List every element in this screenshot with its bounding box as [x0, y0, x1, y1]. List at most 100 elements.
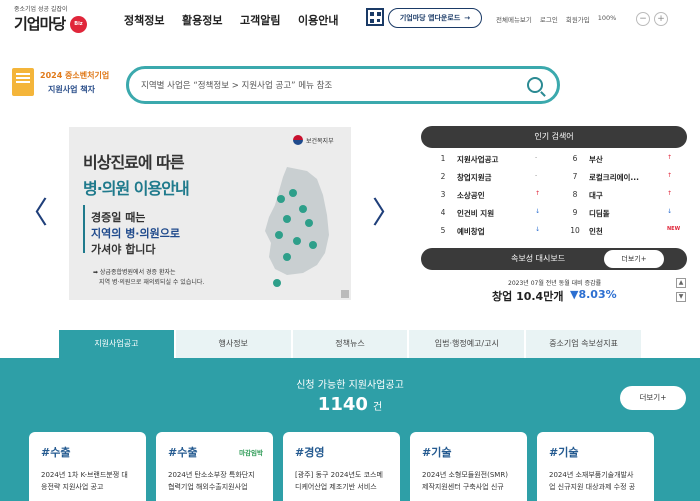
tab-event-info[interactable]: 행사정보 [175, 330, 291, 358]
logo-name: 기업마당 [14, 15, 66, 33]
trend-new-badge: NEW [667, 226, 681, 232]
search-box[interactable]: 지역별 사업은 “정책정보 > 지원사업 공고” 메뉴 참조 [126, 66, 560, 104]
popular-keyword-item[interactable]: 1 지원사업공고 - [437, 154, 547, 168]
flash-scroll-down-button[interactable]: ▼ [676, 292, 686, 302]
slide-heading-2: 병·의원 이용안내 [83, 179, 190, 198]
booklet-title-line2: 지원사업 책자 [48, 85, 95, 94]
card-category-tag: #수출 [168, 446, 198, 459]
popular-keyword-item[interactable]: 4 인건비 지원 ↓ [437, 208, 547, 222]
logo-tagline: 중소기업 성공 길잡이 [14, 6, 68, 13]
booklet-title-line1: 2024 중소벤처기업 [40, 71, 110, 80]
arrow-right-icon: → [464, 14, 471, 22]
keyword-text: 인천 [589, 227, 603, 236]
card-title-line2: 제작지원센터 구축사업 신규 [422, 483, 504, 491]
card-title-line2: 협력기업 해외수출지원사업 [168, 483, 248, 491]
card-title-line1: 2024년 소재부품기술개발사 [549, 471, 634, 479]
trend-up-icon: ↑ [667, 190, 673, 197]
nav-policy-info[interactable]: 정책정보 [124, 12, 182, 28]
app-download-button[interactable]: 기업마당 앱다운로드 → [388, 8, 482, 28]
card-deadline-badge: 마감임박 [239, 449, 263, 457]
keyword-text: 소상공인 [457, 191, 485, 200]
nav-usage-info[interactable]: 활용정보 [182, 12, 240, 28]
keyword-text: 예비창업 [457, 227, 485, 236]
flash-scroll-up-button[interactable]: ▲ [676, 278, 686, 288]
tab-sme-indicators[interactable]: 중소기업 속보성지표 [526, 330, 641, 358]
tab-support-notice[interactable]: 지원사업공고 [59, 330, 174, 358]
keyword-rank: 3 [440, 190, 446, 199]
nav-guide[interactable]: 이용안내 [298, 12, 356, 28]
main-slide-banner[interactable]: 보건복지부 비상진료에 따른 병·의원 이용안내 경증일 때는 지역의 병·의원… [69, 127, 351, 300]
card-title-line2: 업 신규지원 대상과제 수정 공 [549, 483, 636, 491]
trend-down-icon: ↓ [535, 226, 541, 233]
popular-keyword-item[interactable]: 9 디딤돌 ↓ [569, 208, 679, 222]
zoom-in-button[interactable]: + [654, 12, 668, 26]
slide-body-1: 경증일 때는 [91, 211, 146, 224]
list-count: 1140 건 [0, 394, 700, 415]
notice-card[interactable]: #수출 2024년 1차 K-브랜드분쟁 대 응전략 지원사업 공고 [29, 432, 146, 501]
zoom-level: 100% [597, 14, 617, 22]
slide-next-button[interactable]: 〉 [372, 188, 402, 232]
all-menu-link[interactable]: 전체메뉴보기 [496, 14, 532, 24]
keyword-rank: 1 [440, 154, 446, 163]
notice-card[interactable]: #경영 [광주] 동구 2024년도 코스메 디케어산업 제조기반 서비스 [283, 432, 400, 501]
trend-up-icon: ↑ [667, 172, 673, 179]
card-title-line1: 2024년 탄소소부장 특화단지 [168, 471, 255, 479]
slide-prev-button[interactable]: 〈 [18, 188, 48, 232]
list-more-button[interactable]: 더보기+ [620, 386, 686, 410]
slide-body-2: 지역의 병·의원으로 [91, 227, 180, 240]
card-category-tag: #수출 [41, 446, 71, 459]
qr-code-icon [366, 8, 384, 26]
support-booklet-banner[interactable]: 2024 중소벤처기업 지원사업 책자 [12, 66, 112, 102]
tab-legislation-notice[interactable]: 입법·행정예고/고시 [409, 330, 525, 358]
slide-note-2: 지역 병·의원으로 재의뢰되실 수 있습니다. [99, 279, 205, 286]
popular-keyword-item[interactable]: 6 부산 ↑ [569, 154, 679, 168]
trend-same-icon: - [535, 172, 538, 179]
keyword-text: 부산 [589, 155, 603, 164]
korea-map-icon [265, 167, 329, 287]
trend-down-icon: ↓ [667, 208, 673, 215]
popular-keywords-title: 인기 검색어 [421, 126, 687, 148]
keyword-text: 창업지원금 [457, 173, 492, 182]
search-icon[interactable] [527, 77, 543, 93]
card-title-line1: 2024년 1차 K-브랜드분쟁 대 [41, 471, 128, 479]
login-link[interactable]: 로그인 [540, 14, 558, 24]
zoom-out-button[interactable]: − [636, 12, 650, 26]
flash-change-rate: ▼8.03% [570, 288, 617, 301]
notice-card[interactable]: #기술 2024년 소재부품기술개발사 업 신규지원 대상과제 수정 공 [537, 432, 654, 501]
notice-card[interactable]: #기술 2024년 소형모듈원전(SMR) 제작지원센터 구축사업 신규 [410, 432, 527, 501]
logo[interactable]: 중소기업 성공 길잡이 기업마당 Biz info [14, 6, 87, 44]
popular-keyword-item[interactable]: 5 예비창업 ↓ [437, 226, 547, 240]
flash-value: 창업 10.4만개 [492, 290, 564, 303]
popular-keyword-item[interactable]: 10 인천 NEW [569, 226, 681, 240]
slide-divider [83, 205, 85, 253]
app-download-label: 기업마당 앱다운로드 [399, 14, 461, 22]
ministry-label: 보건복지부 [293, 135, 334, 145]
slide-pause-icon[interactable] [341, 290, 349, 298]
keyword-text: 대구 [589, 191, 603, 200]
keyword-rank: 10 [570, 226, 580, 235]
signup-link[interactable]: 회원가입 [566, 14, 590, 24]
logo-badge: Biz info [70, 16, 87, 44]
keyword-rank: 5 [440, 226, 446, 235]
popular-keyword-item[interactable]: 3 소상공인 ↑ [437, 190, 547, 204]
card-category-tag: #기술 [422, 446, 452, 459]
utility-menu: 전체메뉴보기 로그인 회원가입 100% [496, 14, 616, 24]
card-category-tag: #기술 [549, 446, 579, 459]
card-title-line2: 디케어산업 제조기반 서비스 [295, 483, 377, 491]
keyword-rank: 4 [440, 208, 446, 217]
trend-same-icon: - [535, 154, 538, 161]
popular-keyword-item[interactable]: 8 대구 ↑ [569, 190, 679, 204]
nav-customer-notice[interactable]: 고객알림 [240, 12, 298, 28]
search-input[interactable]: 지역별 사업은 “정책정보 > 지원사업 공고” 메뉴 참조 [141, 79, 332, 91]
trend-up-icon: ↑ [535, 190, 541, 197]
popular-keyword-item[interactable]: 2 창업지원금 - [437, 172, 547, 186]
support-notice-panel: 신청 가능한 지원사업공고 1140 건 더보기+ #수출 2024년 1차 K… [0, 358, 700, 501]
tab-policy-news[interactable]: 정책뉴스 [292, 330, 408, 358]
page: 중소기업 성공 길잡이 기업마당 Biz info 정책정보 활용정보 고객알림… [0, 0, 700, 501]
flash-more-button[interactable]: 더보기+ [604, 250, 664, 268]
keyword-text: 지원사업공고 [457, 155, 499, 164]
notice-card[interactable]: #수출 마감임박 2024년 탄소소부장 특화단지 협력기업 해외수출지원사업 [156, 432, 273, 501]
keyword-rank: 8 [572, 190, 578, 199]
card-title-line1: 2024년 소형모듈원전(SMR) [422, 471, 508, 479]
popular-keyword-item[interactable]: 7 로컬크리에이... ↑ [569, 172, 679, 186]
